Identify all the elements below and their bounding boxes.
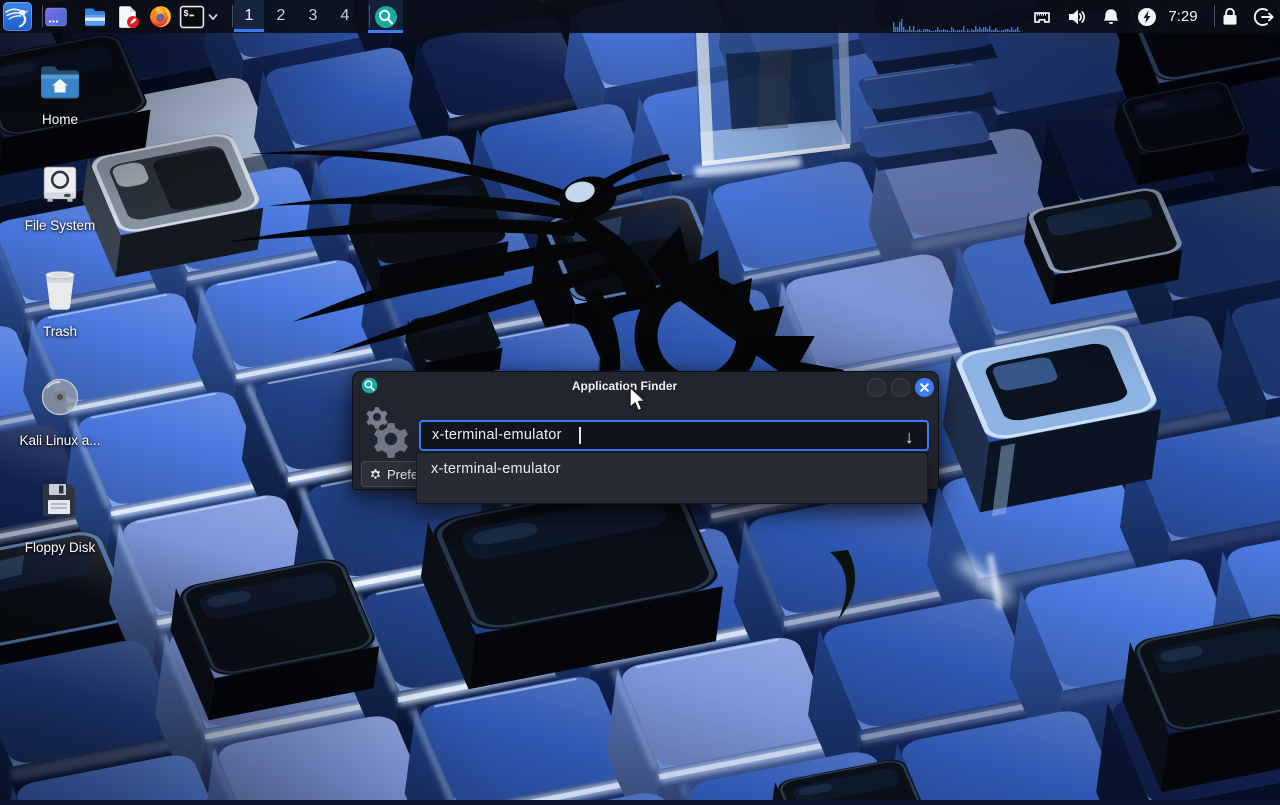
svg-text:$: $ xyxy=(183,9,189,19)
